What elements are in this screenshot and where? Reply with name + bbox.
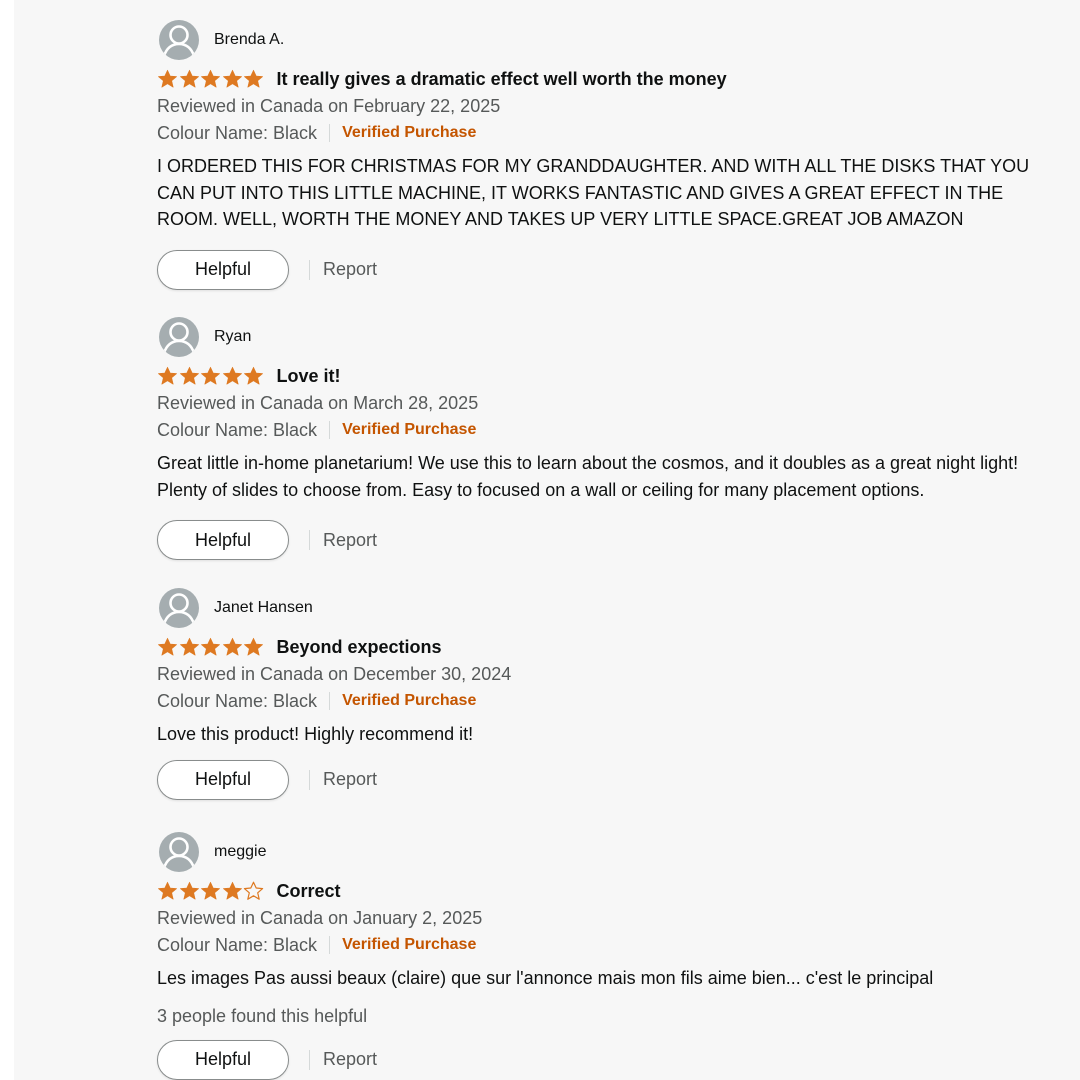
review-card: meggie Correct Reviewed in Canada on Jan… <box>157 831 1062 1080</box>
star-filled-icon <box>158 366 177 385</box>
user-silhouette-icon <box>162 837 196 869</box>
star-filled-icon <box>201 69 220 88</box>
avatar <box>159 588 199 628</box>
verified-purchase-badge[interactable]: Verified Purchase <box>342 121 476 145</box>
avatar <box>159 317 199 357</box>
divider <box>309 530 310 550</box>
review-title[interactable]: Correct <box>277 881 341 902</box>
helpful-button[interactable]: Helpful <box>157 1039 289 1080</box>
star-filled-icon <box>201 366 220 385</box>
reviewer-profile[interactable]: Janet Hansen <box>157 587 1062 629</box>
variant-label[interactable]: Colour Name: Black <box>157 418 317 442</box>
star-filled-icon <box>222 637 242 656</box>
report-link[interactable]: Report <box>323 769 377 790</box>
helpful-button[interactable]: Helpful <box>157 249 289 290</box>
review-body: I ORDERED THIS FOR CHRISTMAS FOR MY GRAN… <box>157 156 1030 229</box>
review-body: Great little in-home planetarium! We use… <box>157 453 1019 500</box>
variant-label[interactable]: Colour Name: Black <box>157 689 317 713</box>
reviewer-profile[interactable]: Brenda A. <box>157 19 1062 61</box>
star-filled-icon <box>179 637 199 656</box>
helpful-button[interactable]: Helpful <box>157 520 289 560</box>
divider <box>329 936 331 954</box>
star-filled-icon <box>201 881 220 900</box>
review-title[interactable]: Love it! <box>277 366 341 387</box>
review-date: Reviewed in Canada on March 28, 2025 <box>157 393 479 413</box>
divider <box>309 259 310 280</box>
report-link[interactable]: Report <box>323 530 377 551</box>
star-rating[interactable] <box>157 637 265 657</box>
star-filled-icon <box>179 69 199 88</box>
reviewer-profile[interactable]: Ryan <box>157 316 1062 358</box>
user-silhouette-icon <box>162 593 196 625</box>
report-link[interactable]: Report <box>323 259 377 280</box>
page-margin <box>0 0 14 1080</box>
divider <box>329 421 331 439</box>
divider <box>309 1049 310 1070</box>
verified-purchase-badge[interactable]: Verified Purchase <box>342 418 476 442</box>
star-filled-icon <box>222 366 242 385</box>
star-filled-icon <box>179 881 199 900</box>
star-rating[interactable] <box>157 69 265 89</box>
helpful-button[interactable]: Helpful <box>157 759 289 800</box>
review-date: Reviewed in Canada on December 30, 2024 <box>157 664 512 684</box>
reviewer-profile[interactable]: meggie <box>157 831 1062 873</box>
variant-label[interactable]: Colour Name: Black <box>157 933 317 957</box>
review-card: Brenda A. It really gives a dramatic eff… <box>157 19 1062 290</box>
reviewer-name: Ryan <box>214 328 252 345</box>
star-filled-icon <box>244 69 263 88</box>
review-title[interactable]: It really gives a dramatic effect well w… <box>277 69 727 90</box>
divider <box>309 769 310 790</box>
star-filled-icon <box>158 69 177 88</box>
star-filled-icon <box>158 881 177 900</box>
reviewer-name: Janet Hansen <box>214 599 313 616</box>
reviewer-name: Brenda A. <box>214 31 285 48</box>
star-empty-icon <box>243 881 264 900</box>
star-filled-icon <box>244 637 263 656</box>
variant-label[interactable]: Colour Name: Black <box>157 121 317 145</box>
review-date: Reviewed in Canada on February 22, 2025 <box>157 96 501 116</box>
star-filled-icon <box>158 637 177 656</box>
star-rating[interactable] <box>157 881 265 901</box>
review-body: Les images Pas aussi beaux (claire) que … <box>157 968 934 988</box>
report-link[interactable]: Report <box>323 1049 377 1070</box>
star-filled-icon <box>222 881 242 900</box>
star-filled-icon <box>244 366 263 385</box>
verified-purchase-badge[interactable]: Verified Purchase <box>342 933 476 957</box>
divider <box>329 124 331 142</box>
divider <box>329 692 331 710</box>
helpful-count: 3 people found this helpful <box>157 1005 368 1026</box>
review-title[interactable]: Beyond expections <box>277 637 442 658</box>
review-card: Ryan Love it! Reviewed in Canada on Marc… <box>157 316 1062 560</box>
user-silhouette-icon <box>162 25 196 57</box>
review-date: Reviewed in Canada on January 2, 2025 <box>157 908 483 928</box>
reviewer-name: meggie <box>214 843 267 860</box>
review-card: Janet Hansen Beyond expections Reviewed … <box>157 587 1062 800</box>
star-filled-icon <box>201 637 220 656</box>
avatar <box>159 20 199 60</box>
star-filled-icon <box>179 366 199 385</box>
user-silhouette-icon <box>162 322 196 354</box>
star-rating[interactable] <box>157 366 265 386</box>
avatar <box>159 832 199 872</box>
verified-purchase-badge[interactable]: Verified Purchase <box>342 689 476 713</box>
review-body: Love this product! Highly recommend it! <box>157 724 474 744</box>
star-filled-icon <box>222 69 242 88</box>
